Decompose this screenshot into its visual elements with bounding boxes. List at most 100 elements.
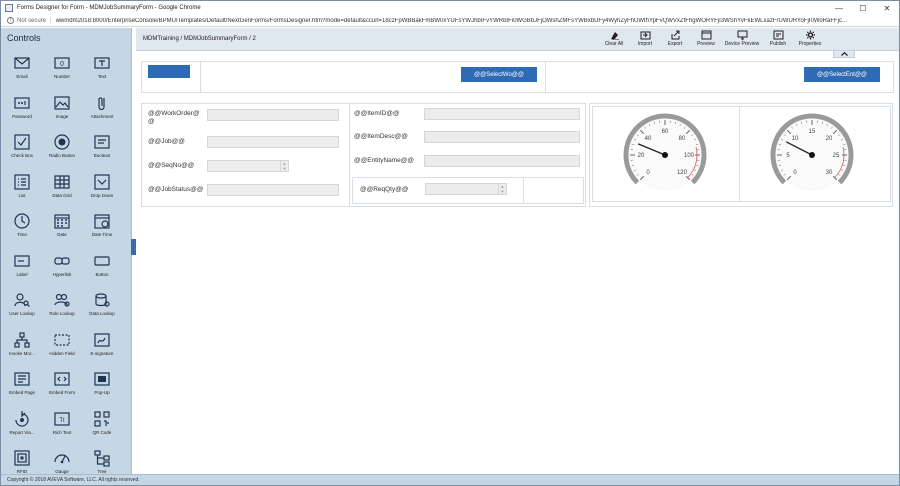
signature-icon	[93, 331, 111, 349]
control-item-number[interactable]: 0 Number	[42, 48, 82, 88]
control-item-embed-page[interactable]: Embed Page	[2, 364, 42, 404]
stepper-down-icon[interactable]: ▼	[283, 166, 287, 171]
select-ent-button[interactable]: @@SelectEnt@@	[804, 67, 880, 82]
itemdesc-input[interactable]	[424, 131, 580, 143]
control-item-text[interactable]: Text	[82, 48, 122, 88]
export-button[interactable]: Export	[660, 29, 690, 50]
reqqty-label: @@ReqQty@@	[360, 186, 409, 193]
unlabeled-button[interactable]	[148, 65, 190, 78]
seqno-label: @@SeqNo@@	[148, 162, 195, 169]
control-item-date[interactable]: Date	[42, 206, 82, 246]
password-icon	[13, 94, 31, 112]
job-input[interactable]	[207, 136, 339, 148]
control-item-user-lookup[interactable]: User Lookup	[2, 285, 42, 325]
control-item-hidden-field[interactable]: Hidden Field	[42, 325, 82, 365]
entityname-input[interactable]	[424, 155, 580, 167]
control-item-invoke-mor[interactable]: Invoke Mor...	[2, 325, 42, 365]
designer-canvas: MDMTraining / MDMJobSummaryForm / 2 Clea…	[136, 28, 899, 474]
control-item-rich-text[interactable]: Tt Rich Text	[42, 404, 82, 444]
control-item-password[interactable]: Password	[2, 88, 42, 128]
preview-button[interactable]: Preview	[691, 29, 721, 50]
publish-button[interactable]: Publish	[763, 29, 793, 50]
grid-icon	[53, 173, 71, 191]
control-item-date-time[interactable]: Date Time	[82, 206, 122, 246]
control-item-qr-code[interactable]: QR Code	[82, 404, 122, 444]
embed-page-icon	[13, 370, 31, 388]
control-item-hyperlink[interactable]: Hyperlink	[42, 246, 82, 286]
control-item-embed-form[interactable]: Embed Form	[42, 364, 82, 404]
control-item-label: Label	[16, 271, 28, 277]
stepper-arrows[interactable]: ▲ ▼	[280, 160, 288, 172]
gauge-tick-label: 120	[677, 170, 688, 176]
maximize-button[interactable]: ☐	[851, 1, 875, 15]
control-item-button[interactable]: Button	[82, 246, 122, 286]
device-preview-button[interactable]: Device Preview	[722, 29, 762, 50]
embed-form-icon	[53, 370, 71, 388]
control-item-image[interactable]: Image	[42, 88, 82, 128]
stepper-arrows[interactable]: ▲ ▼	[498, 183, 506, 195]
control-item-label: Button	[95, 271, 109, 277]
address-bar[interactable]: i Not secure | wwmdm2018:8000/Enterprise…	[1, 15, 899, 27]
clear-all-button[interactable]: Clear All	[599, 29, 629, 50]
control-item-label: Pop-Up	[94, 390, 110, 395]
control-item-data-grid[interactable]: Data Grid	[42, 167, 82, 207]
itemid-input[interactable]	[424, 108, 580, 120]
control-item-email[interactable]: Email	[2, 48, 42, 88]
seqno-stepper[interactable]: ▲ ▼	[207, 160, 289, 172]
itemdesc-label: @@ItemDesc@@	[354, 133, 408, 140]
stepper-down-icon[interactable]: ▼	[501, 189, 505, 194]
jobstatus-input[interactable]	[207, 184, 339, 196]
minimize-button[interactable]: —	[827, 1, 851, 15]
control-item-label: Embed Form	[48, 390, 75, 395]
control-item-drop-down[interactable]: Drop Down	[82, 167, 122, 207]
user-lookup-icon	[13, 291, 31, 309]
control-item-radio-button[interactable]: Radio Button	[42, 127, 82, 167]
close-button[interactable]: ✕	[875, 1, 899, 15]
control-item-list[interactable]: List	[2, 167, 42, 207]
job-label: @@Job@@	[148, 138, 185, 145]
security-status[interactable]: Not secure	[17, 18, 46, 24]
control-item-label: Data Grid	[52, 192, 72, 198]
control-item-check-box[interactable]: Check Box	[2, 127, 42, 167]
workorder-input[interactable]	[207, 109, 339, 121]
control-item-label: Role Lookup	[49, 311, 75, 316]
control-item-e-signature[interactable]: E-signature	[82, 325, 122, 365]
properties-button[interactable]: Properties	[795, 29, 825, 50]
gauge-cell-1: 0 20 40 60 80 100 120	[592, 106, 740, 202]
svg-text:0: 0	[60, 61, 64, 68]
control-item-label: Report Via...	[9, 429, 35, 435]
url-text[interactable]: wwmdm2018:8000/EnterpriseConsole/BPMUITe…	[56, 18, 891, 24]
address-separator: |	[50, 17, 52, 24]
window-title: Forms Designer for Form - MDMJobSummaryF…	[17, 5, 201, 11]
hidden-field-icon	[53, 331, 71, 349]
collapse-toolbar-button[interactable]	[833, 51, 855, 58]
gauge-tick-label: 10	[792, 136, 799, 142]
gauge-tick-label: 20	[826, 136, 833, 142]
control-item-time[interactable]: Time	[2, 206, 42, 246]
gauge-tick-label: 15	[809, 129, 816, 135]
control-item-data-lookup[interactable]: Data Lookup	[82, 285, 122, 325]
gauge-tick-label: 30	[826, 170, 833, 176]
control-item-report-via[interactable]: Report Via...	[2, 404, 42, 444]
control-item-role-lookup[interactable]: Role Lookup	[42, 285, 82, 325]
itemid-label: @@ItemID@@	[354, 110, 400, 117]
gauge-1: 020406080100120	[623, 113, 707, 191]
gauge-hub	[662, 152, 668, 158]
control-item-pop-up[interactable]: Pop-Up	[82, 364, 122, 404]
boolean-icon	[93, 133, 111, 151]
control-item-label: Check Box	[11, 153, 33, 158]
control-item-label: Text	[97, 74, 107, 79]
svg-text:Tt: Tt	[59, 418, 65, 424]
control-item-boolean[interactable]: Boolean	[82, 127, 122, 167]
control-item-label[interactable]: Label	[2, 246, 42, 286]
import-button[interactable]: Import	[630, 29, 660, 50]
control-item-attachment[interactable]: Attachment	[82, 88, 122, 128]
reqqty-stepper[interactable]: ▲ ▼	[425, 183, 507, 195]
reqqty-divider	[523, 178, 524, 203]
datetime-icon	[93, 212, 111, 230]
info-icon[interactable]: i	[7, 17, 14, 24]
checkbox-icon	[13, 133, 31, 151]
controls-grid: Email 0 Number Text Password Image Attach…	[1, 48, 131, 483]
select-wo-button[interactable]: @@SelectWo@@	[461, 67, 537, 82]
control-item-label: Time	[17, 232, 27, 237]
